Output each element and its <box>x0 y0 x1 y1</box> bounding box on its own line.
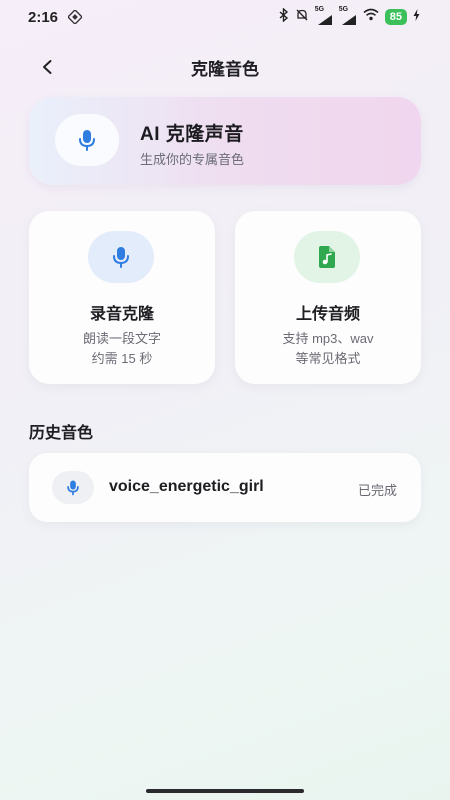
microphone-icon <box>67 480 79 496</box>
upload-audio-card[interactable]: 上传音频 支持 mp3、wav 等常见格式 <box>235 211 421 384</box>
hero-subtitle: 生成你的专属音色 <box>140 152 245 167</box>
music-file-icon <box>319 246 335 268</box>
microphone-icon <box>79 130 95 151</box>
history-icon-badge <box>52 471 94 504</box>
status-indicators: 5G 5G 85 <box>278 6 420 27</box>
bluetooth-icon <box>278 6 289 27</box>
hero-title: AI 克隆声音 <box>140 124 244 145</box>
top-app-bar: 克隆音色 <box>0 46 450 86</box>
record-icon-badge <box>88 231 154 283</box>
upload-icon-badge <box>294 231 360 283</box>
record-clone-card[interactable]: 录音克隆 朗读一段文字 约需 15 秒 <box>29 211 215 384</box>
status-bar: 2:16 5G 5G 85 <box>0 0 450 34</box>
history-section-title: 历史音色 <box>29 425 94 442</box>
upload-audio-desc-line2: 等常见格式 <box>295 351 361 366</box>
microphone-icon <box>113 247 129 268</box>
hero-icon-badge <box>55 114 119 166</box>
upload-audio-title: 上传音频 <box>295 306 360 323</box>
charging-icon <box>413 8 420 26</box>
cellular-signal-2: 5G <box>339 6 357 25</box>
record-clone-description: 朗读一段文字 约需 15 秒 <box>29 329 215 369</box>
upload-audio-desc-line1: 支持 mp3、wav <box>282 331 374 346</box>
record-clone-desc-line1: 朗读一段文字 <box>82 331 161 346</box>
history-voice-status: 已完成 <box>357 483 397 498</box>
battery-indicator: 85 <box>384 9 407 25</box>
cellular-signal-1: 5G <box>315 6 333 25</box>
record-clone-desc-line2: 约需 15 秒 <box>91 351 153 366</box>
history-voice-name: voice_energetic_girl <box>109 478 264 495</box>
home-indicator[interactable] <box>146 789 304 793</box>
status-time: 2:16 <box>28 9 59 26</box>
notification-icon <box>66 8 84 29</box>
ai-clone-voice-card[interactable]: AI 克隆声音 生成你的专属音色 <box>29 97 421 185</box>
record-clone-title: 录音克隆 <box>89 306 154 323</box>
mute-bell-icon <box>295 8 309 27</box>
wifi-icon <box>363 8 379 26</box>
upload-audio-description: 支持 mp3、wav 等常见格式 <box>235 329 421 369</box>
page-title: 克隆音色 <box>191 60 259 79</box>
history-voice-item[interactable]: voice_energetic_girl 已完成 <box>29 453 421 522</box>
